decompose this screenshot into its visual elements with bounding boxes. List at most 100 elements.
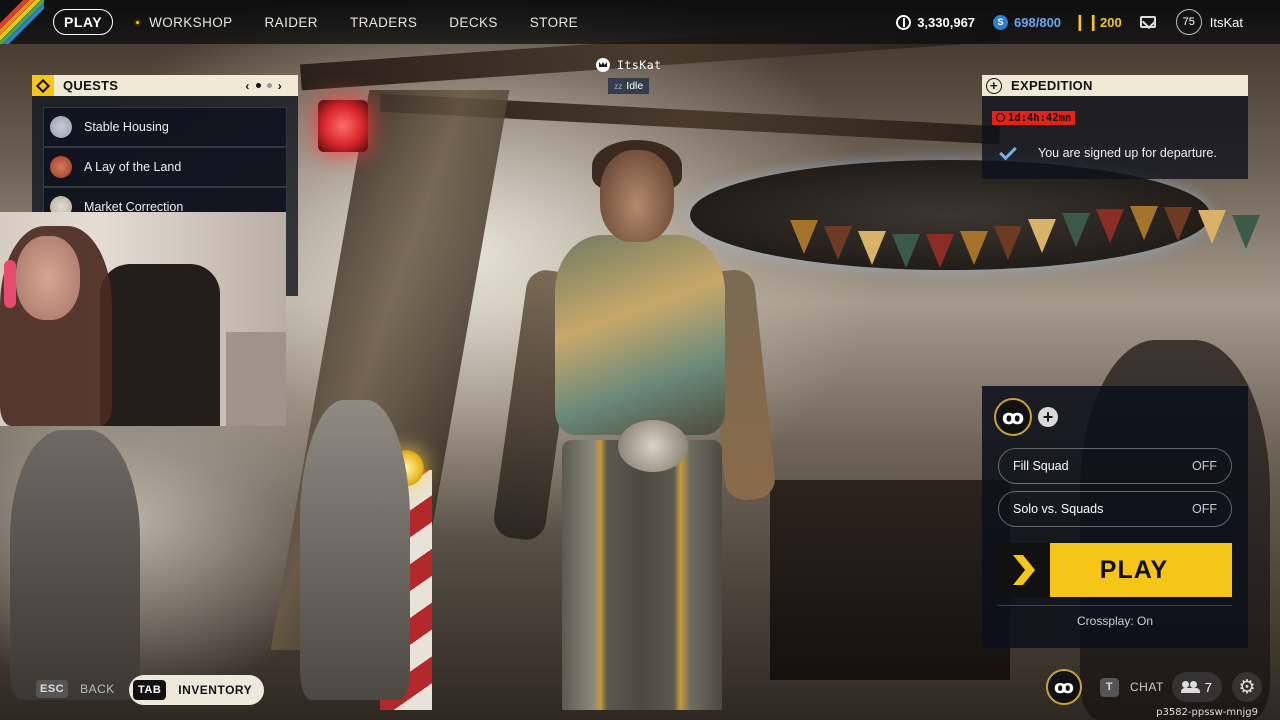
squad-play-panel: ꝏ + Fill Squad OFF Solo vs. Squads OFF P… <box>982 386 1248 648</box>
quest-label: Stable Housing <box>84 120 169 134</box>
gear-icon[interactable]: ⚙ <box>1232 672 1263 702</box>
webcam-streamer-face <box>16 236 80 320</box>
crossplay-status: Crossplay: On <box>998 605 1232 628</box>
expedition-header: + EXPEDITION <box>982 75 1248 96</box>
solo-vs-squads-toggle[interactable]: Solo vs. Squads OFF <box>998 491 1232 527</box>
fill-squad-toggle[interactable]: Fill Squad OFF <box>998 448 1232 484</box>
quest-item-stable-housing[interactable]: Stable Housing <box>43 107 287 147</box>
expedition-panel[interactable]: + EXPEDITION 1d:4h:42mn You are signed u… <box>982 75 1248 179</box>
notification-dot-icon <box>134 18 142 26</box>
quest-item-a-lay-of-the-land[interactable]: A Lay of the Land <box>43 147 287 187</box>
chat-label: CHAT <box>1130 680 1164 694</box>
bunting-flag <box>926 233 954 268</box>
play-button[interactable]: PLAY <box>998 543 1232 597</box>
background-npc <box>10 430 140 700</box>
headphones-icon <box>4 260 16 308</box>
session-id: p3582-ppssw-mnjg9 <box>1156 707 1258 718</box>
currency-bar: 3,330,967 S 698/800 ❙❙ 200 75 ItsKat <box>896 0 1280 44</box>
esc-key-hint: ESC <box>36 680 69 698</box>
bunting-flag <box>994 225 1022 260</box>
pager-dot[interactable] <box>266 83 272 88</box>
mail-icon[interactable] <box>1139 16 1156 28</box>
seed-icon: S <box>993 14 1009 30</box>
player-name-row: ItsKat <box>596 58 662 72</box>
nav-tab-traders[interactable]: TRADERS <box>350 0 417 44</box>
timer-value: 1d:4h:42mn <box>1008 111 1072 124</box>
player-status: Idle <box>626 80 644 92</box>
coins-balance: 3,330,967 <box>896 14 976 30</box>
credits-value: 200 <box>1100 14 1122 30</box>
sleep-icon: zz <box>614 81 623 91</box>
bunting-flag <box>1130 206 1158 241</box>
bunting-flag <box>1028 219 1056 254</box>
coin-icon <box>896 14 912 30</box>
expedition-title: EXPEDITION <box>1011 78 1093 93</box>
nav-tab-play[interactable]: PLAY <box>53 9 114 35</box>
people-icon <box>1180 681 1200 693</box>
bunting-flag <box>1198 209 1226 244</box>
quests-header: QUESTS ‹ › <box>32 75 298 96</box>
streamer-webcam-overlay <box>0 212 286 426</box>
chevron-right-icon <box>998 543 1050 597</box>
character-legs <box>562 440 722 710</box>
social-bar: ꝏ T CHAT 7 ⚙ <box>1046 669 1263 705</box>
bunting-flag <box>892 233 920 268</box>
chat-button[interactable]: T CHAT <box>1100 677 1164 697</box>
player-nameplate: ItsKat zz Idle <box>596 58 662 94</box>
check-icon <box>999 142 1017 160</box>
bunting-flag <box>1164 206 1192 241</box>
t-key-hint: T <box>1100 677 1119 697</box>
nav-tab-store[interactable]: STORE <box>530 0 578 44</box>
bunting-flag <box>1062 213 1090 248</box>
quest-label: A Lay of the Land <box>84 160 182 174</box>
bunting-flag <box>824 226 852 261</box>
inventory-label: INVENTORY <box>178 683 253 697</box>
add-squad-member-button[interactable]: + <box>1038 407 1058 427</box>
clock-icon <box>996 113 1005 122</box>
bunting-flag <box>858 231 886 266</box>
seeds-balance: S 698/800 <box>993 14 1061 30</box>
bunting-flags <box>790 200 1270 320</box>
back-button[interactable]: ESC BACK <box>36 680 115 698</box>
quest-giver-portrait <box>50 116 72 138</box>
credits-icon: ❙❙ <box>1073 14 1100 31</box>
toggle-value: OFF <box>1192 502 1217 516</box>
friends-button[interactable]: 7 <box>1171 672 1223 702</box>
coins-value: 3,330,967 <box>917 14 976 30</box>
character-pouch <box>618 420 688 472</box>
bunting-flag <box>1232 214 1260 249</box>
pager-next-chevron-icon[interactable]: › <box>278 79 282 93</box>
pager-dot-active[interactable] <box>255 83 261 88</box>
toggle-label: Solo vs. Squads <box>1013 502 1104 516</box>
player-name: ItsKat <box>617 58 662 72</box>
toggle-label: Fill Squad <box>1013 459 1069 473</box>
inventory-button[interactable]: TAB INVENTORY <box>129 675 265 705</box>
squad-members: ꝏ + <box>994 396 1232 438</box>
player-emblem-icon[interactable]: ꝏ <box>1046 669 1082 705</box>
bunting-flag <box>1096 208 1124 243</box>
bunting-flag <box>790 220 818 254</box>
play-button-label: PLAY <box>1099 555 1169 584</box>
webcam-gaming-chair <box>100 264 220 426</box>
bunting-flag <box>960 230 988 265</box>
expedition-body: 1d:4h:42mn You are signed up for departu… <box>982 96 1248 179</box>
nav-tab-workshop[interactable]: WORKSHOP <box>134 0 232 44</box>
player-status-pill: zz Idle <box>608 78 650 94</box>
main-nav: PLAY WORKSHOP RAIDER TRADERS DECKS STORE <box>53 0 578 44</box>
player-level-badge[interactable]: 75 <box>1175 9 1202 35</box>
character-torso <box>555 235 725 435</box>
profile-username[interactable]: ItsKat <box>1210 15 1243 30</box>
quests-pager: ‹ › <box>245 79 282 93</box>
player-character-model <box>491 140 790 710</box>
top-nav-bar: PLAY WORKSHOP RAIDER TRADERS DECKS STORE… <box>0 0 1280 44</box>
credits-balance: ❙❙ 200 <box>1073 14 1122 31</box>
nav-tab-decks[interactable]: DECKS <box>449 0 498 44</box>
plus-circle-icon: + <box>986 77 1002 94</box>
nav-tab-raider[interactable]: RAIDER <box>265 0 318 44</box>
bar-counter <box>770 480 1010 680</box>
nav-tab-label: WORKSHOP <box>149 14 233 30</box>
signup-message: You are signed up for departure. <box>1038 146 1217 160</box>
quests-title: QUESTS <box>63 78 119 93</box>
pager-prev-chevron-icon[interactable]: ‹ <box>245 79 249 93</box>
player-emblem-icon[interactable]: ꝏ <box>994 398 1032 436</box>
